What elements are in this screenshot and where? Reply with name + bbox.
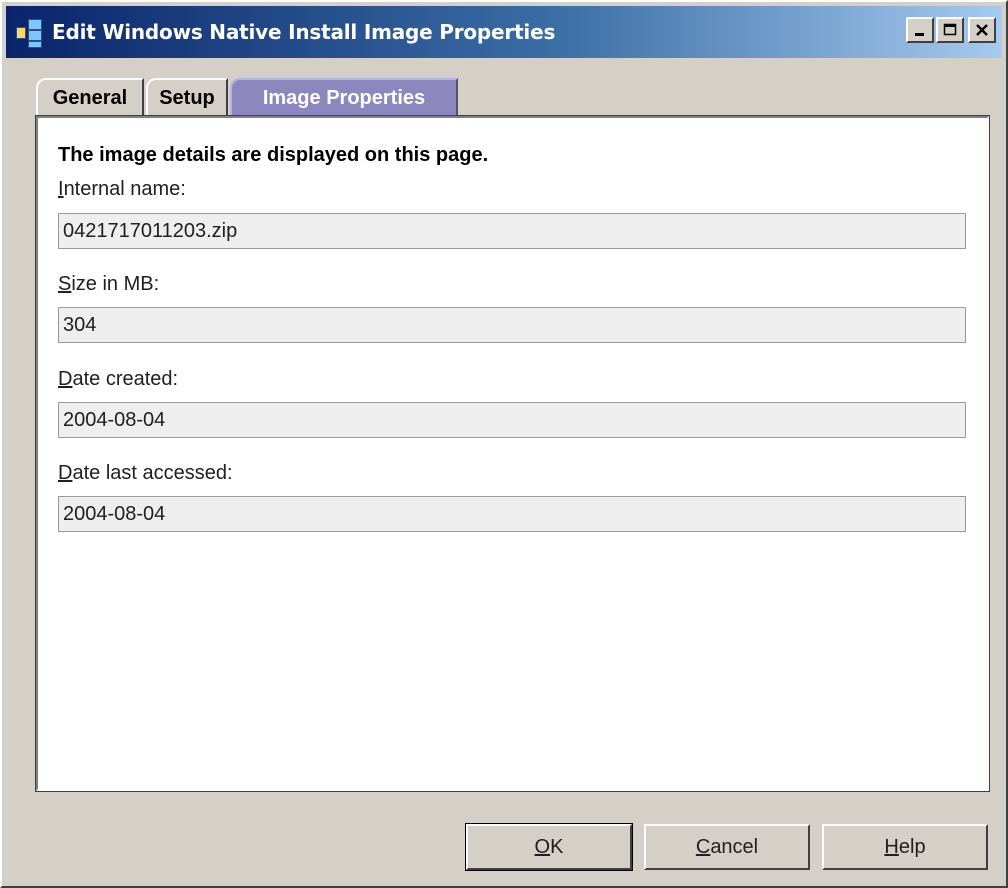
date-created-field[interactable]: 2004-08-04 (58, 402, 966, 438)
maximize-button[interactable] (936, 17, 964, 43)
size-field[interactable]: 304 (58, 307, 966, 343)
ok-button[interactable]: OK (465, 823, 633, 871)
close-button[interactable] (968, 17, 996, 43)
panel-heading: The image details are displayed on this … (58, 144, 489, 166)
help-button[interactable]: Help (822, 824, 988, 870)
tab-image-properties[interactable]: Image Properties (230, 78, 458, 116)
size-label: Size in MB: (58, 273, 160, 295)
title-bar[interactable]: Edit Windows Native Install Image Proper… (6, 6, 1002, 58)
tab-setup[interactable]: Setup (146, 78, 228, 116)
tab-panel: The image details are displayed on this … (35, 115, 990, 792)
cancel-button[interactable]: Cancel (644, 824, 810, 870)
close-icon (976, 24, 988, 36)
app-icon (14, 17, 48, 48)
minimize-button[interactable] (906, 17, 934, 43)
minimize-icon (915, 33, 924, 36)
maximize-icon (943, 23, 957, 36)
date-created-label: Date created: (58, 368, 179, 390)
window-controls (904, 17, 996, 43)
internal-name-field[interactable]: 0421717011203.zip (58, 213, 966, 249)
tab-general[interactable]: General (36, 78, 144, 116)
date-last-accessed-label: Date last accessed: (58, 462, 233, 484)
date-last-accessed-field[interactable]: 2004-08-04 (58, 496, 966, 532)
window-title: Edit Windows Native Install Image Proper… (52, 20, 556, 44)
internal-name-label: Internal name: (58, 178, 186, 200)
dialog-window: Edit Windows Native Install Image Proper… (0, 0, 1008, 888)
